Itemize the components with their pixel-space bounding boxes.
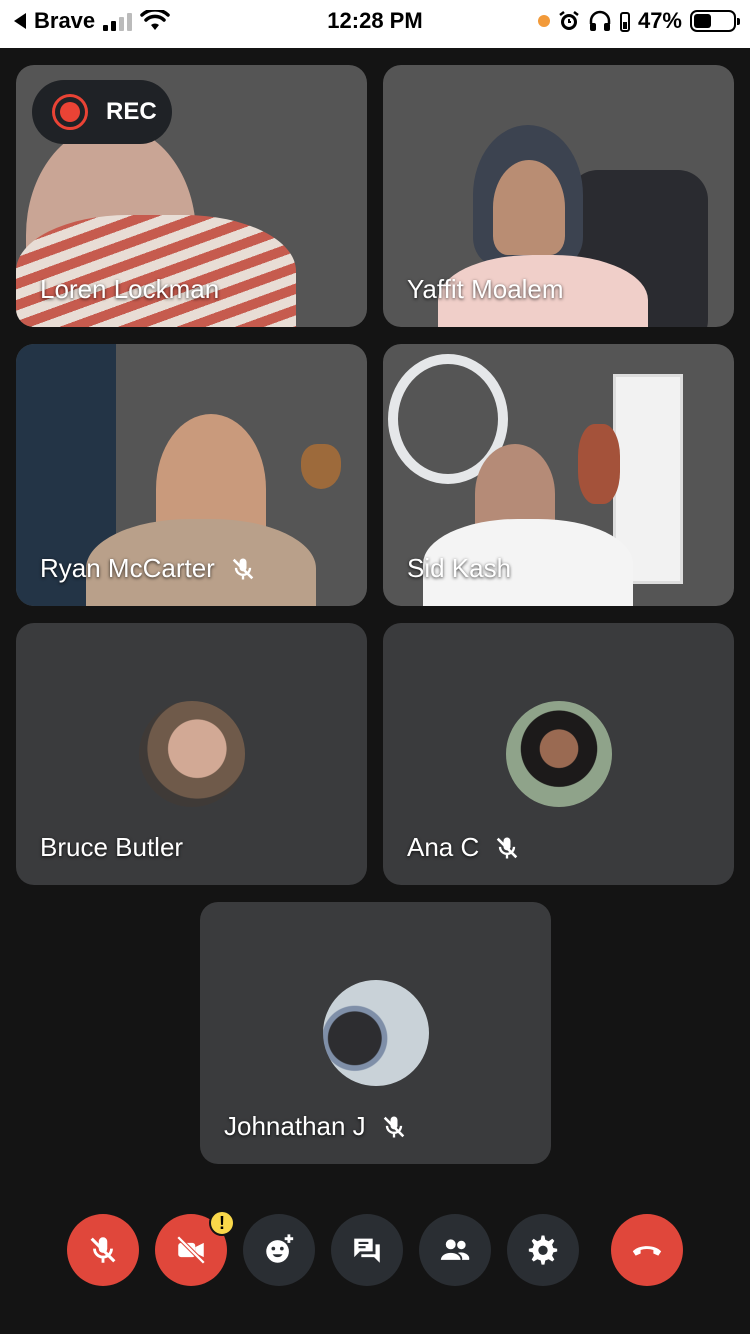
participant-video <box>16 215 296 327</box>
toggle-camera-button[interactable]: ! <box>155 1210 235 1286</box>
chat-icon <box>354 1238 380 1263</box>
settings-icon <box>528 1235 558 1265</box>
participant-name-row: Ana C <box>407 832 521 863</box>
alarm-icon <box>559 11 579 30</box>
lamp-shape <box>301 444 341 489</box>
participant-name-row: Yaffit Moalem <box>407 274 564 305</box>
participant-name-row: Sid Kash <box>407 553 511 584</box>
mic-off-icon <box>383 1116 404 1137</box>
participant-name: Johnathan J <box>224 1111 366 1141</box>
participant-tile[interactable]: Ryan McCarter <box>16 344 367 606</box>
people-icon <box>440 1239 470 1260</box>
recording-label: REC <box>106 98 157 125</box>
record-icon <box>52 94 88 130</box>
participant-name: Ryan McCarter <box>40 553 215 583</box>
participant-tile[interactable]: Ana C <box>383 623 734 885</box>
camera-off-icon <box>176 1235 206 1265</box>
accessory-battery-icon <box>619 12 630 32</box>
chat-button[interactable] <box>331 1214 403 1286</box>
participant-avatar <box>505 701 612 807</box>
participant-name-row: Johnathan J <box>224 1111 408 1142</box>
participant-name-row: Ryan McCarter <box>40 553 257 584</box>
status-bar: Brave 12:28 PM 47% <box>0 0 750 48</box>
end-call-button[interactable] <box>611 1214 683 1286</box>
participant-name: Sid Kash <box>407 553 512 583</box>
participant-avatar <box>138 701 245 807</box>
recording-indicator[interactable]: REC <box>32 80 172 144</box>
participant-tile[interactable]: Sid Kash <box>383 344 734 606</box>
mic-off-icon <box>497 837 518 858</box>
guitar-shape <box>578 424 620 504</box>
toggle-microphone-button[interactable] <box>67 1214 139 1286</box>
headphones-icon <box>589 10 611 31</box>
settings-button[interactable] <box>507 1214 579 1286</box>
privacy-indicator-icon <box>537 15 550 27</box>
participant-tile[interactable]: Johnathan J <box>200 902 551 1164</box>
participant-name: Ana C <box>407 832 480 862</box>
participant-name-row: Bruce Butler <box>40 832 183 863</box>
participant-avatar <box>322 980 429 1086</box>
participant-name: Loren Lockman <box>40 274 220 304</box>
participant-name: Yaffit Moalem <box>407 274 564 304</box>
mic-off-icon <box>232 558 254 579</box>
participant-tile[interactable]: Bruce Butler <box>16 623 367 885</box>
battery-percent: 47% <box>637 8 682 33</box>
mic-off-icon <box>90 1237 116 1263</box>
battery-icon <box>690 10 740 32</box>
participant-name: Bruce Butler <box>40 832 184 862</box>
participant-face <box>493 160 565 255</box>
end-call-icon <box>632 1246 662 1256</box>
participant-name-row: Loren Lockman <box>40 274 219 305</box>
participants-button[interactable] <box>419 1214 491 1286</box>
participant-tile[interactable]: Yaffit Moalem <box>383 65 734 327</box>
warning-badge: ! <box>209 1210 235 1236</box>
send-reaction-button[interactable] <box>243 1214 315 1286</box>
add-reaction-icon <box>266 1234 294 1263</box>
